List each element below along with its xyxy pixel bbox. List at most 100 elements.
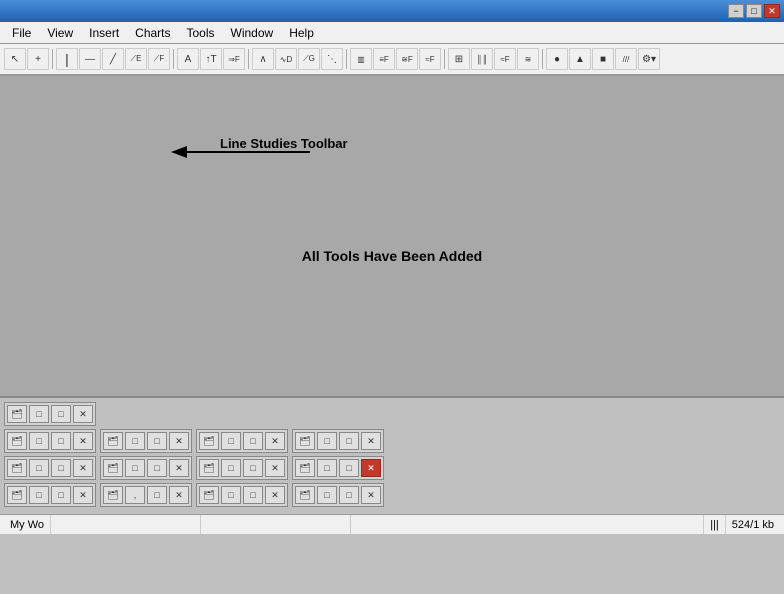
menu-window[interactable]: Window [223, 24, 282, 42]
fib-retr-btn[interactable]: ≡F [373, 48, 395, 70]
menu-view[interactable]: View [39, 24, 81, 42]
panel-minimize-btn[interactable]: □ [221, 459, 241, 477]
up-arrow-btn[interactable]: ↑T [200, 48, 222, 70]
panel-restore-btn[interactable]: 🗂 [295, 459, 315, 477]
sine-btn[interactable]: ∿D [275, 48, 297, 70]
gann-btn[interactable]: ▥ [350, 48, 372, 70]
fib-arc-btn[interactable]: ≋F [396, 48, 418, 70]
panel-restore-btn[interactable]: 🗂 [103, 432, 123, 450]
panel-minimize-btn[interactable]: □ [29, 432, 49, 450]
right-arrow-btn[interactable]: ⇒F [223, 48, 245, 70]
select-tool-btn[interactable]: ↖ [4, 48, 26, 70]
oval-btn[interactable]: ● [546, 48, 568, 70]
panel-restore-btn[interactable]: 🗂 [199, 432, 219, 450]
panel-close-btn[interactable]: ✕ [265, 432, 285, 450]
panel-group-4-1: 🗂 □ □ ✕ [4, 483, 96, 507]
panel-close-btn[interactable]: ✕ [361, 432, 381, 450]
panel-maximize-btn[interactable]: □ [243, 432, 263, 450]
toolbar-separator-6 [542, 49, 543, 69]
panel-minimize-btn[interactable]: , [125, 486, 145, 504]
main-content-area: Line Studies Toolbar All Tools Have Been… [0, 76, 784, 396]
fib-fan-btn[interactable]: ≈F [419, 48, 441, 70]
panel-restore-btn[interactable]: 🗂 [103, 486, 123, 504]
panel-maximize-btn[interactable]: □ [51, 459, 71, 477]
panel-close-btn[interactable]: ✕ [73, 405, 93, 423]
panel-minimize-btn[interactable]: □ [125, 459, 145, 477]
panel-close-btn[interactable]: ✕ [265, 486, 285, 504]
arc-btn[interactable]: ∧ [252, 48, 274, 70]
panel-restore-btn[interactable]: 🗂 [295, 432, 315, 450]
panel-minimize-btn[interactable]: □ [317, 432, 337, 450]
panel-maximize-btn[interactable]: □ [243, 459, 263, 477]
panel-maximize-btn[interactable]: □ [51, 432, 71, 450]
panel-close-btn[interactable]: ✕ [169, 486, 189, 504]
panel-maximize-btn[interactable]: □ [51, 405, 71, 423]
panel-restore-btn[interactable]: 🗂 [7, 432, 27, 450]
maximize-button[interactable]: □ [746, 4, 762, 18]
ray-btn[interactable]: ⟋F [148, 48, 170, 70]
panel-restore-btn[interactable]: 🗂 [7, 459, 27, 477]
panel-maximize-btn[interactable]: □ [339, 432, 359, 450]
grid-btn[interactable]: ⊞ [448, 48, 470, 70]
triangle-btn[interactable]: ▲ [569, 48, 591, 70]
panel-maximize-btn[interactable]: □ [51, 486, 71, 504]
panel-close-btn[interactable]: ✕ [169, 432, 189, 450]
panel-close-btn[interactable]: ✕ [73, 432, 93, 450]
panel-group-3-3: 🗂 □ □ ✕ [196, 456, 288, 480]
panel-minimize-btn[interactable]: □ [317, 459, 337, 477]
panel-minimize-btn[interactable]: □ [317, 486, 337, 504]
panel-restore-btn[interactable]: 🗂 [295, 486, 315, 504]
toolbar-separator-3 [248, 49, 249, 69]
parallel-lines-btn[interactable]: ║║ [471, 48, 493, 70]
rectangle-btn[interactable]: ■ [592, 48, 614, 70]
panel-maximize-btn[interactable]: □ [243, 486, 263, 504]
channel-btn[interactable]: ⟋G [298, 48, 320, 70]
panel-close-btn[interactable]: ✕ [169, 459, 189, 477]
menu-help[interactable]: Help [281, 24, 322, 42]
panel-maximize-btn[interactable]: □ [147, 486, 167, 504]
panel-group-2-3: 🗂 □ □ ✕ [196, 429, 288, 453]
panel-close-btn[interactable]: ✕ [73, 459, 93, 477]
panel-minimize-btn[interactable]: □ [29, 486, 49, 504]
trend-line-btn[interactable]: ╱ [102, 48, 124, 70]
panel-maximize-btn[interactable]: □ [147, 432, 167, 450]
status-bar: My Wo ||| 524/1 kb [0, 514, 784, 534]
panel-close-btn[interactable]: ✕ [265, 459, 285, 477]
more-tools-btn[interactable]: ⚙▾ [638, 48, 660, 70]
minimize-button[interactable]: − [728, 4, 744, 18]
menu-tools[interactable]: Tools [179, 24, 223, 42]
extended-line-btn[interactable]: ⟋E [125, 48, 147, 70]
title-bar: − □ ✕ [0, 0, 784, 22]
panel-maximize-btn[interactable]: □ [339, 486, 359, 504]
menu-file[interactable]: File [4, 24, 39, 42]
panel-restore-btn[interactable]: 🗂 [199, 459, 219, 477]
panel-restore-btn[interactable]: 🗂 [199, 486, 219, 504]
horizontal-line-btn[interactable]: — [79, 48, 101, 70]
bottom-panel: 🗂 □ □ ✕ 🗂 □ □ ✕ 🗂 □ □ ✕ 🗂 □ □ ✕ 🗂 □ □ [0, 396, 784, 514]
panel-minimize-btn[interactable]: □ [221, 432, 241, 450]
crosshair-tool-btn[interactable]: + [27, 48, 49, 70]
panel-close-active-btn[interactable]: ✕ [361, 459, 381, 477]
panel-restore-btn[interactable]: 🗂 [7, 486, 27, 504]
panel-minimize-btn[interactable]: □ [125, 432, 145, 450]
brush-btn[interactable]: /// [615, 48, 637, 70]
close-button[interactable]: ✕ [764, 4, 780, 18]
panel-minimize-btn[interactable]: □ [221, 486, 241, 504]
fib-ext-btn[interactable]: ≈F [494, 48, 516, 70]
panel-minimize-btn[interactable]: □ [29, 459, 49, 477]
vertical-line-btn[interactable]: | [56, 48, 78, 70]
menu-charts[interactable]: Charts [127, 24, 178, 42]
panel-minimize-btn[interactable]: □ [29, 405, 49, 423]
text-btn[interactable]: A [177, 48, 199, 70]
panel-maximize-btn[interactable]: □ [339, 459, 359, 477]
pitchfork-btn[interactable]: ⋱ [321, 48, 343, 70]
fib-channel-btn[interactable]: ≋ [517, 48, 539, 70]
panel-restore-btn[interactable]: 🗂 [7, 405, 27, 423]
panel-close-btn[interactable]: ✕ [361, 486, 381, 504]
panel-restore-btn[interactable]: 🗂 [103, 459, 123, 477]
panel-row-4: 🗂 □ □ ✕ 🗂 , □ ✕ 🗂 □ □ ✕ 🗂 □ □ ✕ [4, 483, 780, 507]
main-message: All Tools Have Been Added [302, 248, 482, 264]
panel-maximize-btn[interactable]: □ [147, 459, 167, 477]
panel-close-btn[interactable]: ✕ [73, 486, 93, 504]
menu-insert[interactable]: Insert [81, 24, 127, 42]
